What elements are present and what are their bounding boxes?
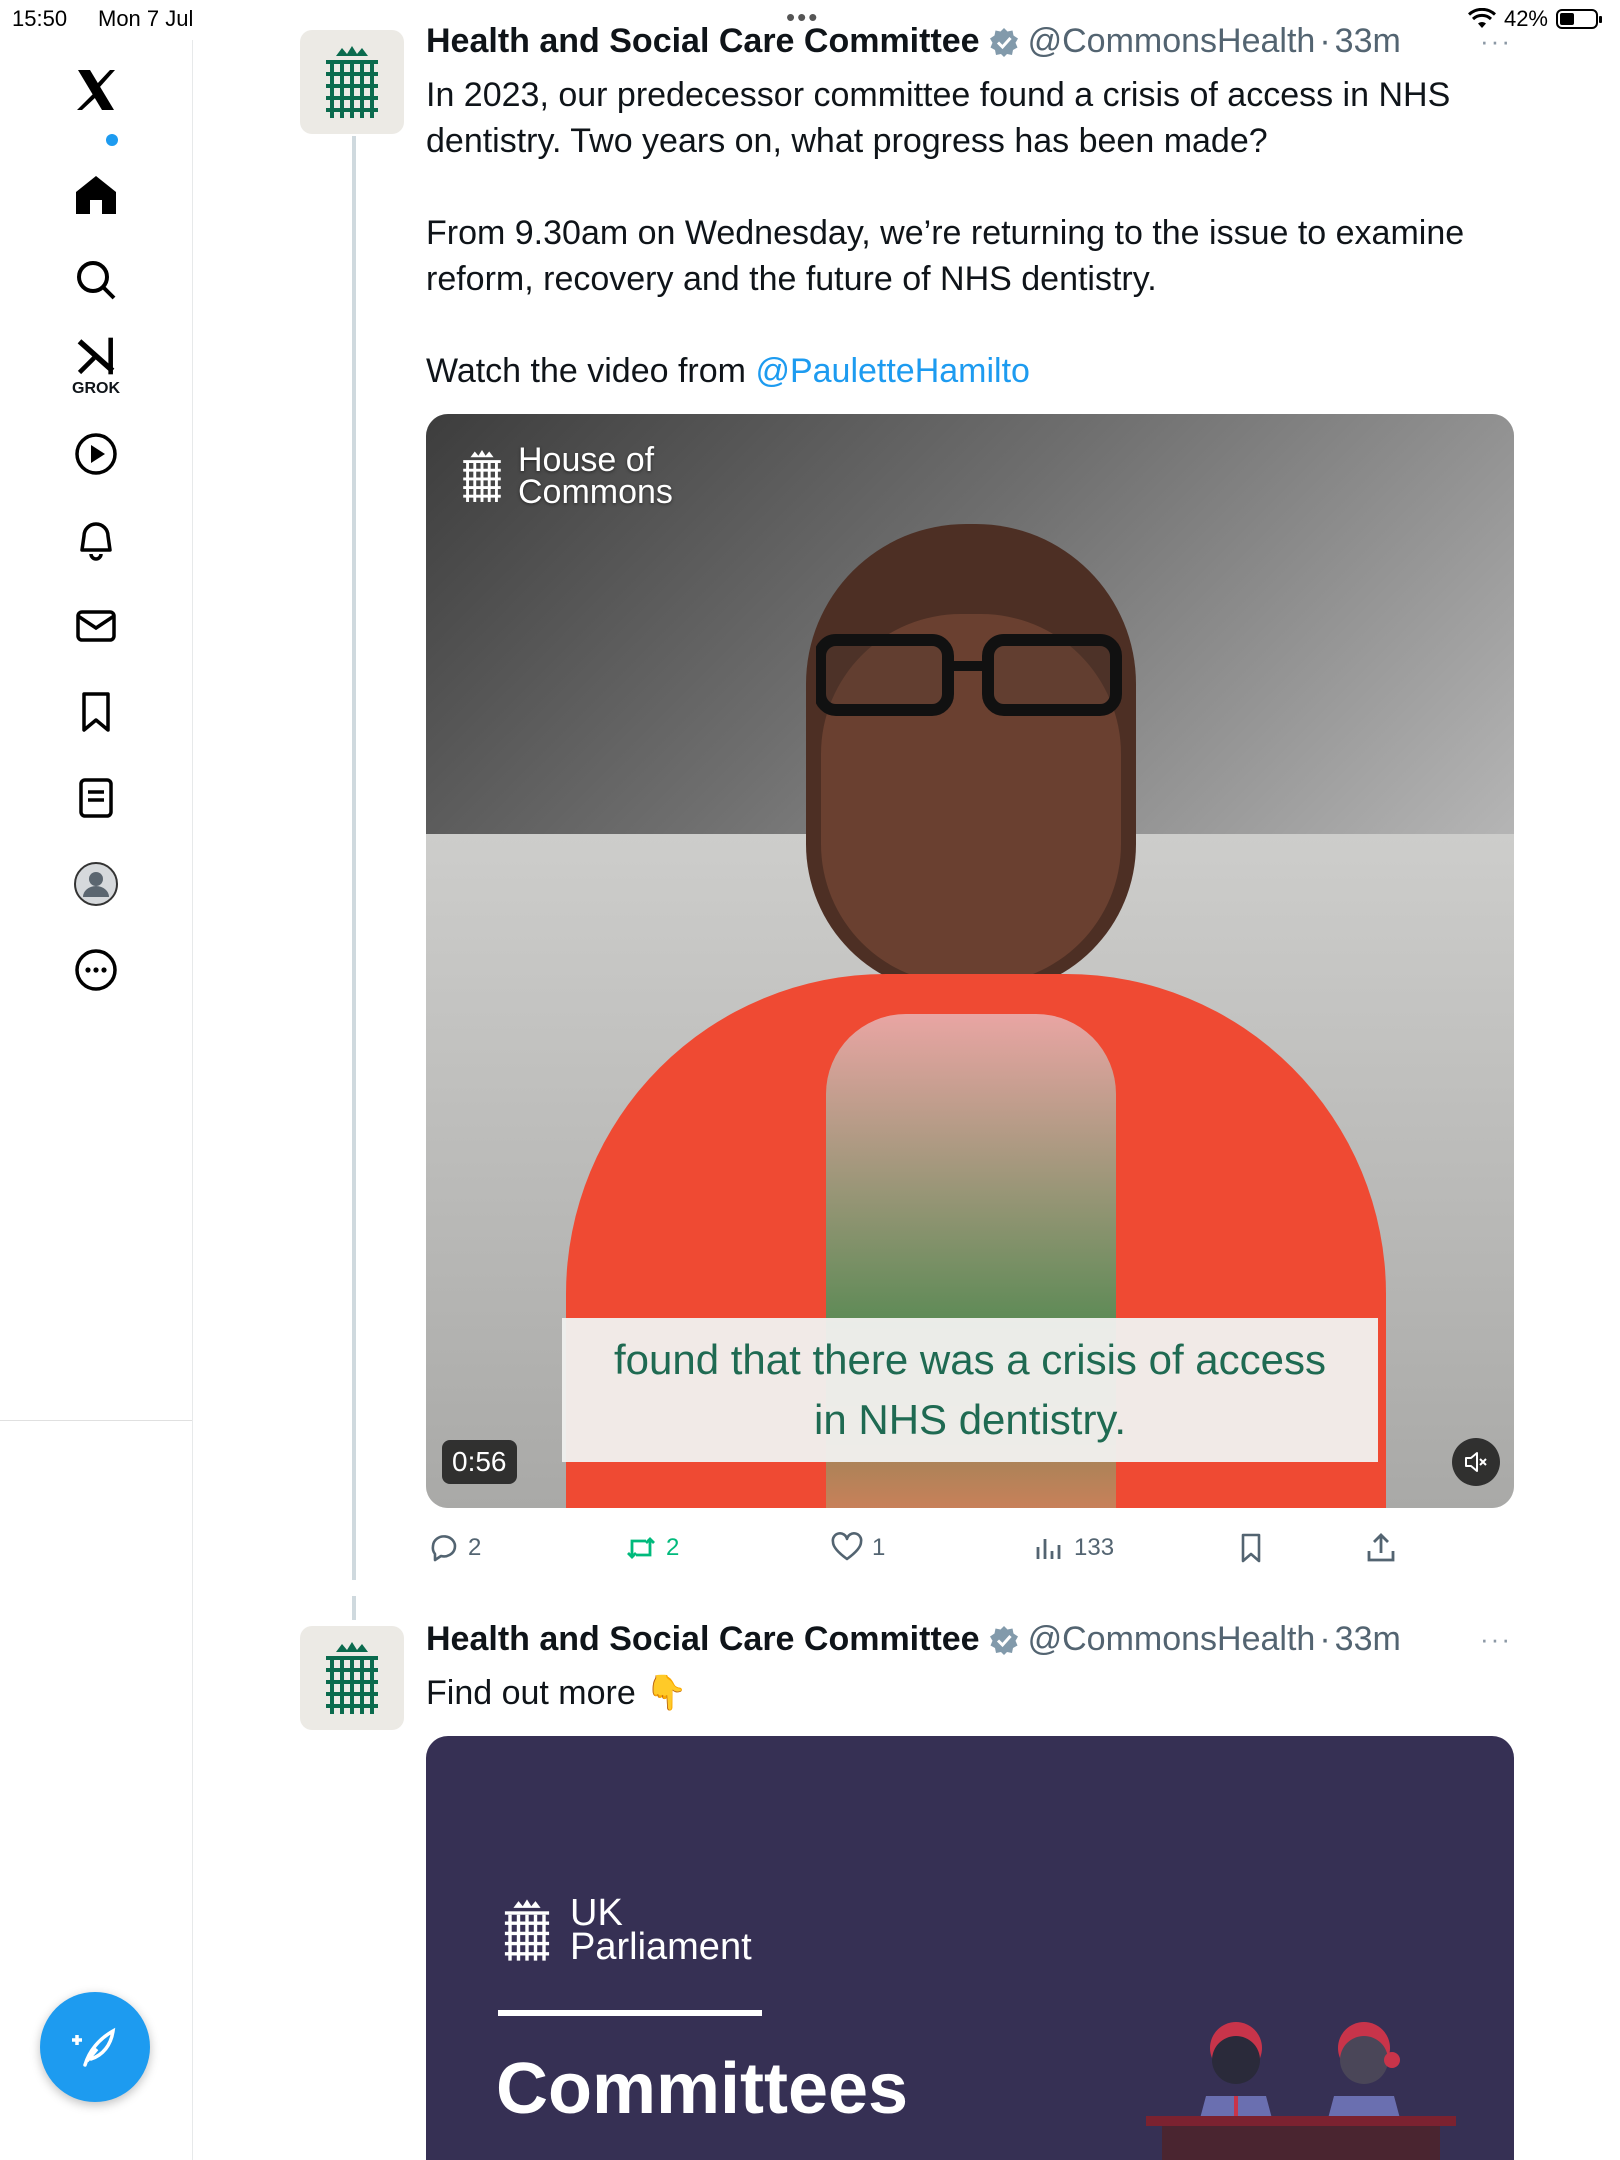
caption-line: found that there was a crisis of access (613, 1336, 1326, 1383)
tweet-text-paragraph: From 9.30am on Wednesday, we’re returnin… (426, 214, 1465, 298)
tweet-body: Find out more 👇 (426, 1670, 1506, 1716)
notifications-icon (80, 522, 112, 561)
mention-link[interactable]: @PauletteHamilto (755, 352, 1030, 390)
thread-line-connector (352, 1596, 356, 1620)
like-count: 1 (872, 1534, 886, 1561)
link-card[interactable]: UK Parliament Committees (426, 1736, 1514, 2160)
status-time: 15:50 (12, 6, 68, 31)
views-button[interactable]: 133 (1032, 1524, 1114, 1572)
nav-lists[interactable] (0, 748, 192, 848)
compose-icon (72, 2027, 116, 2067)
views-icon (1036, 1539, 1061, 1559)
watermark-line: Commons (518, 473, 673, 511)
like-button[interactable]: 1 (830, 1524, 885, 1572)
brand-text: UK Parliament (570, 1892, 752, 1968)
author-handle[interactable]: @CommonsHealth (1028, 1620, 1316, 1659)
header-separator: · (1319, 1620, 1331, 1658)
nav-profile[interactable] (0, 834, 192, 934)
caption-line: in NHS dentistry. (814, 1396, 1126, 1443)
author-name[interactable]: Health and Social Care Committee (426, 22, 980, 61)
nav-search[interactable] (0, 230, 192, 330)
volume-muted-icon (1465, 1452, 1487, 1472)
sidebar: GROK (0, 40, 193, 2160)
portcullis-icon (504, 1899, 550, 1961)
brand-line: UK (570, 1892, 623, 1934)
author-handle[interactable]: @CommonsHealth (1028, 22, 1316, 61)
nav-grok[interactable]: GROK (0, 316, 192, 416)
more-icon (75, 949, 117, 991)
brand-line: Parliament (570, 1926, 752, 1968)
tweet-text-paragraph: Watch the video from @PauletteHamilto (426, 348, 1506, 394)
reply-icon (431, 1535, 457, 1562)
tweet-body: In 2023, our predecessor committee found… (426, 72, 1506, 394)
portcullis-icon (463, 450, 501, 502)
bookmarks-icon (82, 692, 110, 732)
video-duration: 0:56 (442, 1440, 517, 1484)
video-caption: found that there was a crisis of access … (562, 1318, 1378, 1462)
author-name[interactable]: Health and Social Care Committee (426, 1620, 980, 1659)
verified-badge-icon (989, 1625, 1018, 1655)
nav-home[interactable] (0, 134, 192, 244)
watermark-text: House of Commons (518, 441, 673, 511)
lists-icon (79, 778, 113, 818)
house-of-commons-watermark: House of Commons (456, 441, 673, 511)
video-icon (75, 433, 117, 475)
share-icon (1367, 1533, 1395, 1562)
grok-icon (77, 337, 115, 375)
tweet-more-button[interactable]: ··· (1480, 26, 1512, 57)
x-logo-icon (77, 70, 115, 110)
compose-button[interactable] (40, 1992, 150, 2102)
thread-line (352, 136, 356, 1580)
repost-count: 2 (666, 1534, 680, 1561)
tweet-text-prefix: Watch the video from (426, 352, 756, 390)
tweet-header: Health and Social Care Committee @Common… (426, 22, 1401, 61)
nav-x-logo[interactable] (0, 40, 192, 140)
search-icon (77, 261, 116, 300)
committee-illustration (1146, 2022, 1456, 2160)
nav-video[interactable] (0, 404, 192, 504)
share-button[interactable] (1364, 1524, 1398, 1572)
tweet-actions: 2 2 1 133 (426, 1524, 1506, 1572)
tweet-header: Health and Social Care Committee @Common… (426, 1620, 1401, 1659)
repost-icon (627, 1537, 655, 1559)
tweet-text-paragraph: In 2023, our predecessor committee found… (426, 76, 1451, 160)
sidebar-divider (0, 1420, 192, 1421)
nav-bookmarks[interactable] (0, 662, 192, 762)
tweet-text-paragraph: Find out more 👇 (426, 1674, 688, 1712)
watermark-line: House of (518, 441, 655, 479)
home-icon (76, 176, 116, 214)
profile-icon (74, 862, 118, 906)
portcullis-logo-icon (326, 46, 378, 118)
tweet-timestamp[interactable]: 33m (1335, 1620, 1401, 1659)
verified-badge-icon (989, 27, 1018, 57)
tweet-video[interactable]: House of Commons found that there was a … (426, 414, 1514, 1508)
home-badge (106, 134, 118, 146)
heart-icon (831, 1532, 863, 1561)
grok-label: GROK (72, 380, 120, 397)
card-rule (498, 2010, 762, 2016)
card-title: Committees (496, 2049, 909, 2129)
bookmark-button[interactable] (1234, 1524, 1268, 1572)
nav-messages[interactable] (0, 576, 192, 676)
video-glasses (816, 634, 1122, 716)
battery-icon (1556, 9, 1602, 29)
repost-button[interactable]: 2 (624, 1524, 679, 1572)
author-avatar[interactable] (300, 1626, 404, 1730)
messages-icon (76, 610, 116, 642)
author-avatar[interactable] (300, 30, 404, 134)
reply-count: 2 (468, 1534, 482, 1561)
bookmark-icon (1241, 1533, 1261, 1563)
nav-notifications[interactable] (0, 490, 192, 590)
reply-button[interactable]: 2 (426, 1524, 481, 1572)
tweet-more-button[interactable]: ··· (1480, 1624, 1512, 1655)
nav-more[interactable] (0, 920, 192, 1020)
views-count: 133 (1074, 1534, 1115, 1561)
portcullis-logo-icon (326, 1642, 378, 1714)
mute-button[interactable] (1452, 1438, 1500, 1486)
tweet-timestamp[interactable]: 33m (1335, 22, 1401, 61)
uk-parliament-logo: UK Parliament (496, 1892, 752, 1968)
status-date: Mon 7 Jul (98, 6, 194, 31)
header-separator: · (1319, 22, 1331, 60)
